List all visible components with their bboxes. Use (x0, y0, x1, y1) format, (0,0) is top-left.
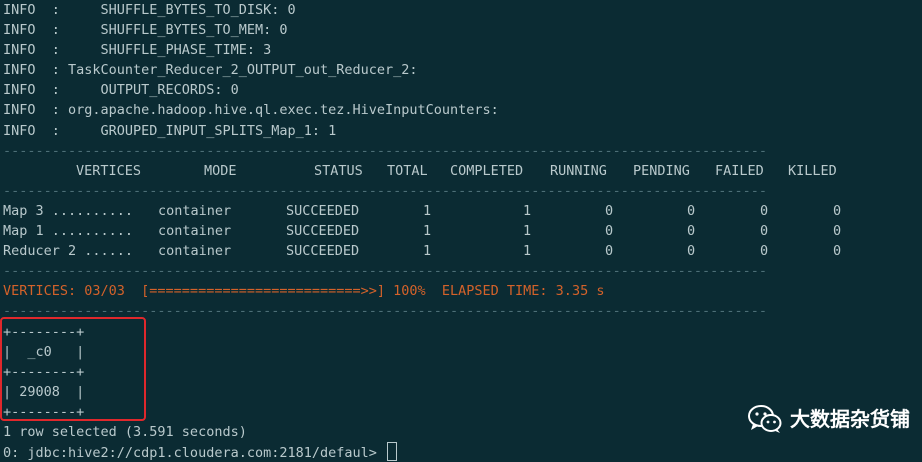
command-prompt-line[interactable]: 0: jdbc:hive2://cdp1.cloudera.com:2181/d… (3, 442, 922, 462)
vertex-failed: 0 (760, 243, 769, 260)
text-cursor[interactable] (387, 442, 398, 462)
log-line: INFO : SHUFFLE_BYTES_TO_MEM: 0 (3, 22, 288, 39)
vertex-running: 0 (605, 223, 614, 240)
header-vertices: VERTICES (76, 162, 142, 179)
log-line: INFO : GROUPED_INPUT_SPLITS_Map_1: 1 (3, 122, 337, 139)
vertex-status: SUCCEEDED (286, 202, 360, 219)
vertex-completed: 1 (523, 243, 532, 260)
watermark: 大数据杂货铺 (748, 404, 910, 434)
separator-line: ----------------------------------------… (3, 182, 768, 199)
prompt-text: 0: jdbc:hive2://cdp1.cloudera.com:2181/d… (3, 445, 377, 462)
vertex-completed: 1 (523, 202, 532, 219)
table-row: Map 1 .......... container SUCCEEDED 1 1… (3, 221, 922, 241)
vertex-completed: 1 (523, 223, 532, 240)
vertex-pending: 0 (687, 202, 696, 219)
log-line: INFO : TaskCounter_Reducer_2_OUTPUT_out_… (3, 62, 418, 79)
header-completed: COMPLETED (450, 162, 524, 179)
vertex-killed: 0 (833, 243, 842, 260)
watermark-text: 大数据杂货铺 (790, 406, 910, 431)
highlight-box (0, 317, 146, 421)
vertex-killed: 0 (833, 202, 842, 219)
vertex-name: Map 1 .......... (3, 223, 134, 240)
header-total: TOTAL (387, 162, 428, 179)
vertex-total: 1 (423, 223, 432, 240)
header-failed: FAILED (715, 162, 764, 179)
vertex-failed: 0 (760, 202, 769, 219)
vertex-mode: container (158, 223, 232, 240)
header-killed: KILLED (788, 162, 837, 179)
table-row: Reducer 2 ...... container SUCCEEDED 1 1… (3, 241, 922, 261)
log-line: INFO : OUTPUT_RECORDS: 0 (3, 82, 239, 99)
progress-line: VERTICES: 03/03 [=======================… (3, 283, 605, 300)
vertex-name: Reducer 2 ...... (3, 243, 134, 260)
header-mode: MODE (204, 162, 237, 179)
vertex-failed: 0 (760, 223, 769, 240)
terminal-window[interactable]: INFO : SHUFFLE_BYTES_TO_DISK: 0 INFO : S… (0, 0, 922, 462)
header-running: RUNNING (550, 162, 607, 179)
header-pending: PENDING (633, 162, 690, 179)
table-row: Map 3 .......... container SUCCEEDED 1 1… (3, 201, 922, 221)
vertex-running: 0 (605, 243, 614, 260)
vertex-total: 1 (423, 243, 432, 260)
vertex-running: 0 (605, 202, 614, 219)
separator-line: ----------------------------------------… (3, 142, 768, 159)
log-line: INFO : SHUFFLE_BYTES_TO_DISK: 0 (3, 2, 296, 18)
vertex-name: Map 3 .......... (3, 202, 134, 219)
header-status: STATUS (314, 162, 363, 179)
vertex-status: SUCCEEDED (286, 243, 360, 260)
vertex-status: SUCCEEDED (286, 223, 360, 240)
vertex-killed: 0 (833, 223, 842, 240)
vertex-mode: container (158, 243, 232, 260)
vertex-mode: container (158, 202, 232, 219)
vertex-total: 1 (423, 202, 432, 219)
table-header-row: VERTICES MODE STATUS TOTAL COMPLETED RUN… (3, 161, 922, 181)
log-line: INFO : org.apache.hadoop.hive.ql.exec.te… (3, 102, 499, 119)
log-line: INFO : SHUFFLE_PHASE_TIME: 3 (3, 42, 272, 59)
vertex-pending: 0 (687, 243, 696, 260)
vertex-pending: 0 (687, 223, 696, 240)
separator-line: ----------------------------------------… (3, 263, 768, 280)
wechat-icon (748, 405, 782, 433)
